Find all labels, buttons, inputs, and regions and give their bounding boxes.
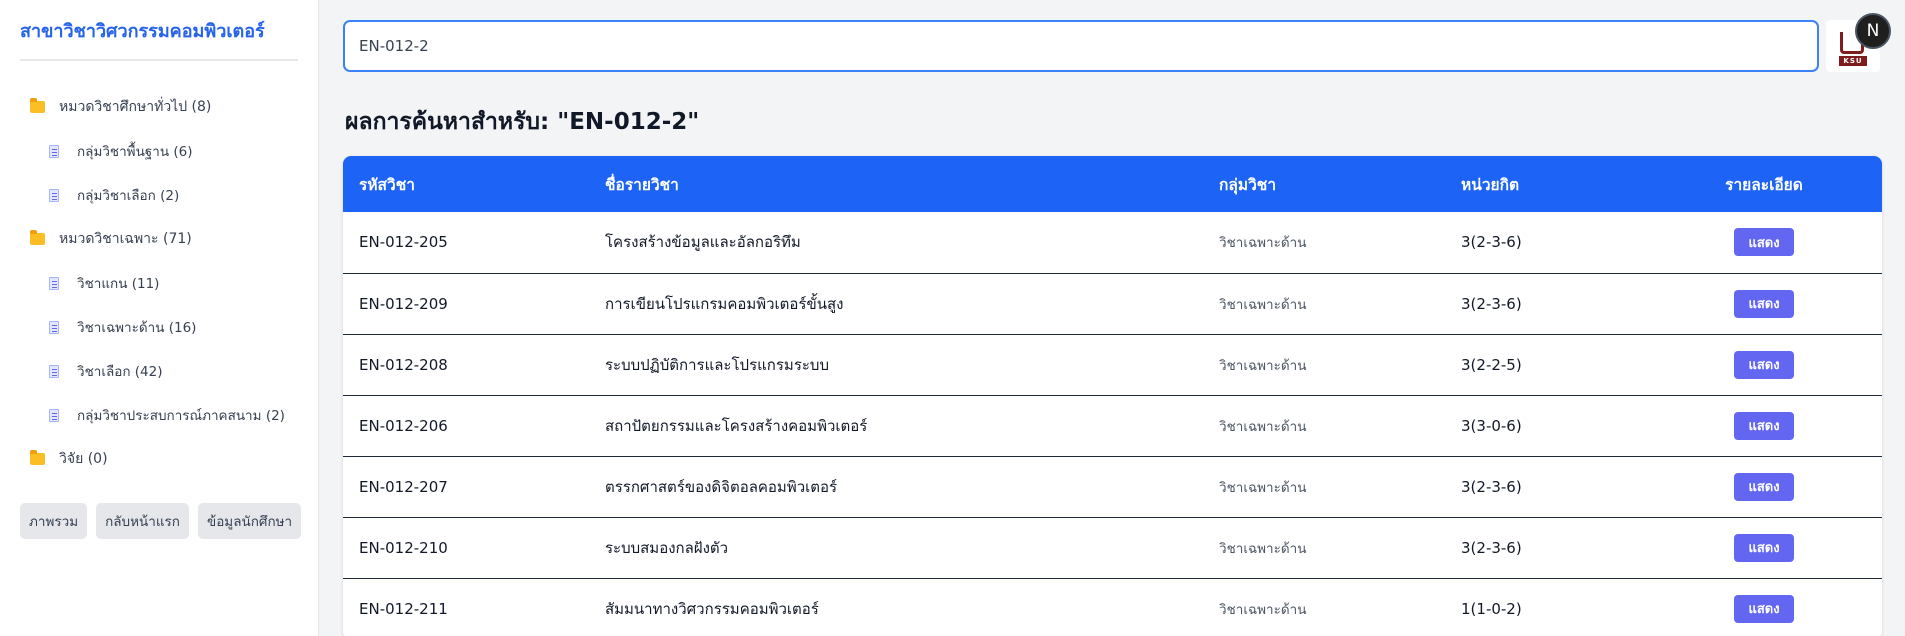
- course-name: สัมมนาทางวิศวกรรมคอมพิวเตอร์: [605, 599, 819, 618]
- column-header-details: รายละเอียด: [1725, 175, 1803, 194]
- show-details-button[interactable]: แสดง: [1734, 411, 1794, 440]
- results-heading: ผลการค้นหาสำหรับ: "EN-012-2": [345, 109, 700, 135]
- tree-item-label: หมวดวิชาศึกษาทั่วไป (8): [59, 99, 212, 115]
- tree-item-label: กลุ่มวิชาพื้นฐาน (6): [77, 144, 193, 160]
- course-group: วิชาเฉพาะด้าน: [1219, 418, 1307, 435]
- course-credits: 3(2-3-6): [1461, 477, 1522, 496]
- document-icon: [49, 188, 59, 202]
- folder-icon: [30, 98, 45, 113]
- user-avatar[interactable]: N: [1855, 13, 1891, 49]
- sidebar-title[interactable]: สาขาวิชาวิศวกรรมคอมพิวเตอร์: [20, 16, 298, 61]
- course-code: EN-012-205: [359, 233, 448, 252]
- show-details-button[interactable]: แสดง: [1734, 289, 1794, 318]
- table-row: EN-012-209 การเขียนโปรแกรมคอมพิวเตอร์ขั้…: [343, 273, 1882, 334]
- app-root: สาขาวิชาวิศวกรรมคอมพิวเตอร์ หมวดวิชาศึกษ…: [0, 0, 1905, 636]
- document-icon: [49, 144, 59, 158]
- course-code: EN-012-208: [359, 355, 448, 374]
- course-credits: 3(2-2-5): [1461, 355, 1522, 374]
- course-code: EN-012-209: [359, 294, 448, 313]
- column-header-name: ชื่อรายวิชา: [605, 175, 679, 194]
- overview-button[interactable]: ภาพรวม: [20, 503, 88, 539]
- tree-item-label: วิจัย (0): [59, 451, 108, 467]
- tree-item-label: วิชาเลือก (42): [77, 364, 163, 380]
- course-code: EN-012-207: [359, 477, 448, 496]
- tree-item-field-experience[interactable]: กลุ่มวิชาประสบการณ์ภาคสนาม (2): [20, 393, 298, 437]
- course-credits: 3(2-3-6): [1461, 538, 1522, 557]
- course-name: ระบบสมองกลฝังตัว: [605, 538, 729, 557]
- sidebar-button-group: ภาพรวม กลับหน้าแรก ข้อมูลนักศึกษา: [20, 503, 302, 539]
- course-code: EN-012-210: [359, 538, 448, 557]
- course-name: ระบบปฏิบัติการและโปรแกรมระบบ: [605, 355, 829, 374]
- student-info-button[interactable]: ข้อมูลนักศึกษา: [197, 503, 302, 539]
- table-row: EN-012-208 ระบบปฏิบัติการและโปรแกรมระบบ …: [343, 334, 1882, 395]
- tree-item-major-courses[interactable]: วิชาเฉพาะด้าน (16): [20, 305, 298, 349]
- search-row: KSU: [343, 20, 1882, 72]
- tree-item-label: กลุ่มวิชาเลือก (2): [77, 188, 180, 204]
- table-header-row: รหัสวิชา ชื่อรายวิชา กลุ่มวิชา หน่วยกิต …: [343, 156, 1882, 212]
- course-code: EN-012-211: [359, 599, 448, 618]
- course-name: สถาปัตยกรรมและโครงสร้างคอมพิวเตอร์: [605, 416, 868, 435]
- course-credits: 1(1-0-2): [1461, 599, 1522, 618]
- tree-item-label: วิชาเฉพาะด้าน (16): [77, 320, 197, 336]
- show-details-button[interactable]: แสดง: [1734, 533, 1794, 562]
- table-row: EN-012-206 สถาปัตยกรรมและโครงสร้างคอมพิว…: [343, 395, 1882, 456]
- tree-item-label: หมวดวิชาเฉพาะ (71): [59, 231, 192, 247]
- course-credits: 3(2-3-6): [1461, 233, 1522, 252]
- course-group: วิชาเฉพาะด้าน: [1219, 540, 1307, 557]
- show-details-button[interactable]: แสดง: [1734, 228, 1794, 257]
- tree-item-label: กลุ่มวิชาประสบการณ์ภาคสนาม (2): [77, 408, 285, 424]
- column-header-credits: หน่วยกิต: [1461, 175, 1520, 194]
- sidebar: สาขาวิชาวิศวกรรมคอมพิวเตอร์ หมวดวิชาศึกษ…: [0, 0, 319, 636]
- document-icon: [49, 408, 59, 422]
- course-name: ตรรกศาสตร์ของดิจิตอลคอมพิวเตอร์: [605, 477, 838, 496]
- search-input[interactable]: [343, 20, 1819, 72]
- tree-item-specialized-courses[interactable]: หมวดวิชาเฉพาะ (71): [20, 217, 298, 261]
- course-group: วิชาเฉพาะด้าน: [1219, 357, 1307, 374]
- course-group: วิชาเฉพาะด้าน: [1219, 601, 1307, 618]
- table-row: EN-012-211 สัมมนาทางวิศวกรรมคอมพิวเตอร์ …: [343, 578, 1882, 636]
- tree-item-basic-courses[interactable]: กลุ่มวิชาพื้นฐาน (6): [20, 129, 298, 173]
- document-icon: [49, 276, 59, 290]
- table-row: EN-012-207 ตรรกศาสตร์ของดิจิตอลคอมพิวเตอ…: [343, 456, 1882, 517]
- course-group: วิชาเฉพาะด้าน: [1219, 235, 1307, 252]
- column-header-group: กลุ่มวิชา: [1219, 175, 1277, 194]
- course-group: วิชาเฉพาะด้าน: [1219, 296, 1307, 313]
- home-button[interactable]: กลับหน้าแรก: [96, 503, 189, 539]
- tree-item-general-electives[interactable]: กลุ่มวิชาเลือก (2): [20, 173, 298, 217]
- tree-item-elective-courses[interactable]: วิชาเลือก (42): [20, 349, 298, 393]
- tree-item-label: วิชาแกน (11): [77, 276, 160, 292]
- course-name: การเขียนโปรแกรมคอมพิวเตอร์ขั้นสูง: [605, 294, 844, 313]
- show-details-button[interactable]: แสดง: [1734, 350, 1794, 379]
- course-code: EN-012-206: [359, 416, 448, 435]
- show-details-button[interactable]: แสดง: [1734, 594, 1794, 623]
- course-group: วิชาเฉพาะด้าน: [1219, 479, 1307, 496]
- logo-text: KSU: [1839, 56, 1867, 66]
- tree-item-research[interactable]: วิจัย (0): [20, 437, 298, 481]
- tree-item-general-education[interactable]: หมวดวิชาศึกษาทั่วไป (8): [20, 85, 298, 129]
- column-header-code: รหัสวิชา: [359, 175, 415, 194]
- results-table: รหัสวิชา ชื่อรายวิชา กลุ่มวิชา หน่วยกิต …: [343, 156, 1882, 636]
- table-row: EN-012-210 ระบบสมองกลฝังตัว วิชาเฉพาะด้า…: [343, 517, 1882, 578]
- main-content: KSU N ผลการค้นหาสำหรับ: "EN-012-2" รหัสว…: [319, 0, 1905, 636]
- course-credits: 3(3-0-6): [1461, 416, 1522, 435]
- folder-icon: [30, 230, 45, 245]
- table-row: EN-012-205 โครงสร้างข้อมูลและอัลกอริทึม …: [343, 212, 1882, 273]
- course-credits: 3(2-3-6): [1461, 294, 1522, 313]
- tree-item-core-courses[interactable]: วิชาแกน (11): [20, 261, 298, 305]
- results-table-container: รหัสวิชา ชื่อรายวิชา กลุ่มวิชา หน่วยกิต …: [343, 156, 1882, 636]
- folder-icon: [30, 450, 45, 465]
- course-name: โครงสร้างข้อมูลและอัลกอริทึม: [605, 233, 801, 252]
- category-tree: หมวดวิชาศึกษาทั่วไป (8) กลุ่มวิชาพื้นฐาน…: [20, 85, 298, 481]
- document-icon: [49, 364, 59, 378]
- show-details-button[interactable]: แสดง: [1734, 472, 1794, 501]
- document-icon: [49, 320, 59, 334]
